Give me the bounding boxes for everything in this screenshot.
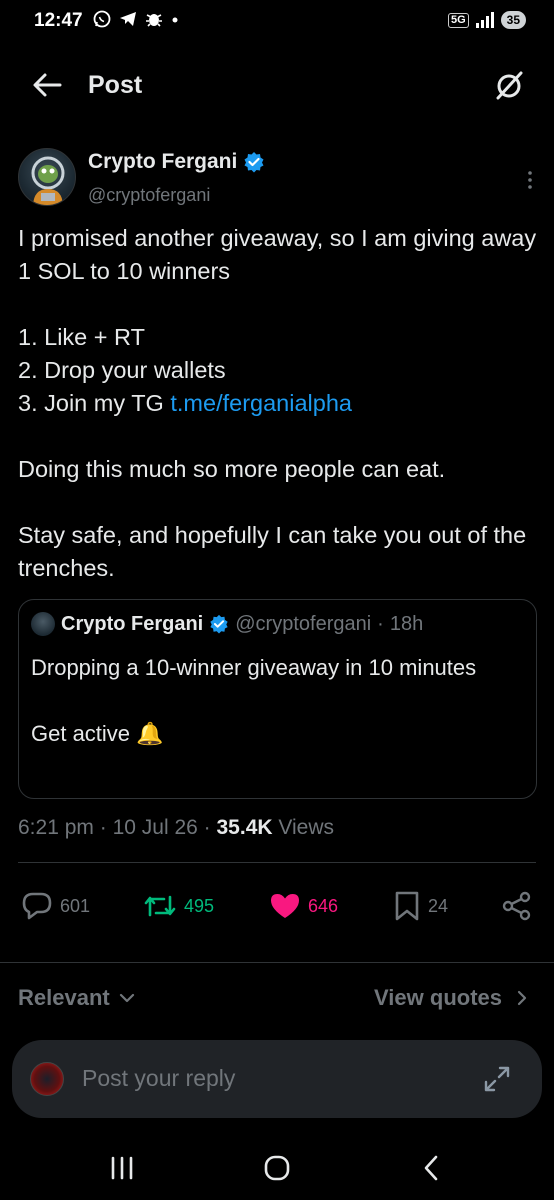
quoted-post[interactable]: Crypto Fergani @cryptofergani · 18h Drop…: [18, 599, 537, 799]
home-icon[interactable]: [257, 1150, 297, 1186]
network-badge: 5G: [447, 12, 469, 28]
views-label: Views: [278, 816, 335, 839]
share-icon: [502, 891, 531, 921]
quoted-paragraph-2: Get active 🔔: [31, 721, 164, 746]
reply-button[interactable]: 601: [20, 890, 90, 922]
quoted-author-handle: @cryptofergani: [235, 612, 372, 635]
author-handle[interactable]: @cryptofergani: [88, 185, 210, 206]
quoted-post-text: Dropping a 10-winner giveaway in 10 minu…: [31, 652, 521, 750]
status-bar: 12:47 5G 35: [0, 0, 554, 44]
top-bar: Post: [0, 62, 554, 108]
like-count: 646: [308, 895, 339, 916]
reply-composer[interactable]: Post your reply: [12, 1040, 542, 1118]
views-count[interactable]: 35.4K: [217, 816, 273, 839]
share-button[interactable]: [500, 890, 534, 922]
back-arrow-icon[interactable]: [30, 70, 64, 100]
post-step-1: 1. Like + RT: [18, 324, 145, 350]
page-title: Post: [88, 71, 143, 99]
divider: [18, 862, 536, 863]
expand-icon[interactable]: [482, 1064, 512, 1094]
sort-label: Relevant: [18, 985, 110, 1010]
reply-count: 601: [60, 895, 91, 916]
verified-badge-icon: [244, 152, 264, 173]
grok-icon[interactable]: [492, 68, 526, 102]
avatar[interactable]: [18, 148, 76, 206]
replies-sort-row: Relevant View quotes: [0, 985, 554, 1019]
meta-separator: ·: [99, 816, 107, 839]
repost-icon: [144, 895, 176, 917]
bookmark-count: 24: [428, 895, 449, 916]
reply-input[interactable]: Post your reply: [82, 1065, 235, 1092]
dot-icon: [172, 17, 178, 23]
view-quotes-link[interactable]: View quotes: [374, 985, 530, 1011]
post-paragraph-1: I promised another giveaway, so I am giv…: [18, 225, 537, 284]
author-name[interactable]: Crypto Fergani: [88, 150, 265, 174]
post-text: I promised another giveaway, so I am giv…: [18, 222, 538, 618]
post-step-3: 3. Join my TG t.me/ferganialpha: [18, 387, 538, 420]
signal-icon: [475, 12, 494, 28]
quoted-paragraph-1: Dropping a 10-winner giveaway in 10 minu…: [31, 655, 477, 680]
post-actions: 601 495 646 24: [0, 890, 554, 930]
status-time: 12:47: [34, 10, 83, 31]
post-meta: 6:21 pm · 10 Jul 26 · 35.4K Views: [18, 816, 334, 840]
whatsapp-icon: [93, 10, 111, 28]
quoted-avatar: [31, 612, 55, 636]
post-step-2: 2. Drop your wallets: [18, 357, 226, 383]
reply-icon: [22, 892, 52, 920]
bookmark-icon: [395, 891, 419, 921]
repost-button[interactable]: 495: [142, 890, 214, 922]
meta-separator: ·: [203, 816, 211, 839]
quoted-age: 18h: [389, 612, 424, 635]
quoted-separator: ·: [377, 612, 384, 635]
post-paragraph-4: Stay safe, and hopefully I can take you …: [18, 522, 527, 581]
chevron-down-icon: [119, 993, 134, 1003]
view-quotes-label: View quotes: [374, 985, 502, 1010]
avatar: [30, 1062, 64, 1096]
chevron-right-icon: [517, 990, 527, 1006]
telegram-link[interactable]: t.me/ferganialpha: [170, 390, 352, 416]
post-date: 10 Jul 26: [112, 816, 198, 839]
notification-icons: [92, 9, 180, 29]
repost-count: 495: [184, 895, 215, 916]
bug-icon: [146, 14, 162, 27]
telegram-icon: [120, 12, 136, 26]
post-time: 6:21 pm: [18, 816, 94, 839]
quoted-author-name: Crypto Fergani: [61, 612, 204, 635]
bookmark-button[interactable]: 24: [392, 890, 448, 922]
battery-level: 35: [500, 11, 526, 29]
back-icon[interactable]: [412, 1150, 452, 1186]
system-nav-bar: [0, 1130, 554, 1200]
verified-badge-icon: [210, 614, 228, 634]
author-name-text: Crypto Fergani: [88, 150, 238, 173]
divider: [0, 962, 554, 963]
like-button[interactable]: 646: [268, 890, 338, 922]
sort-dropdown[interactable]: Relevant: [18, 985, 136, 1011]
status-right: 5G 35: [447, 11, 526, 29]
post-step-3-text: 3. Join my TG: [18, 390, 164, 416]
post-author: Crypto Fergani @cryptofergani: [18, 148, 538, 212]
recent-apps-icon[interactable]: [102, 1150, 142, 1186]
heart-icon: [271, 894, 299, 918]
post-paragraph-3: Doing this much so more people can eat.: [18, 456, 446, 482]
more-vertical-icon[interactable]: [522, 168, 538, 192]
avatar-image: [31, 156, 65, 205]
quoted-post-header: Crypto Fergani @cryptofergani · 18h: [31, 612, 423, 636]
